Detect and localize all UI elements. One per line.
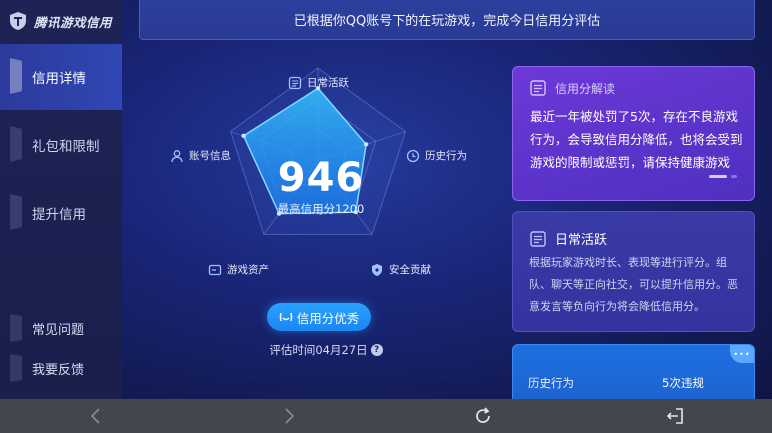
credit-radar: 日常活跃 历史行为 安全贡献 游戏资产 账号信息 946 最高信用分1200 信… <box>122 40 502 360</box>
nav-marker-icon <box>10 194 22 230</box>
system-nav-bar <box>0 399 772 433</box>
more-icon[interactable]: ••• <box>730 345 754 363</box>
radar-point <box>363 142 369 147</box>
clock-icon <box>406 149 420 162</box>
card-body: 根据玩家游戏时长、表现等进行评分。组队、聊天等正向社交，可以提升信用分。恶意发言… <box>529 256 738 313</box>
document-icon <box>530 80 546 96</box>
credit-score: 946 <box>277 155 365 201</box>
sidebar-item-label: 礼包和限制 <box>32 139 100 155</box>
axis-security: 安全贡献 <box>370 262 431 277</box>
sidebar-item-label: 常见问题 <box>32 322 85 338</box>
sidebar-item-label: 信用详情 <box>32 71 86 87</box>
shield-icon <box>372 263 382 276</box>
sidebar-item-gifts-limits[interactable]: 礼包和限制 <box>0 112 122 178</box>
radar-point <box>241 133 246 139</box>
axis-label-text: 安全贡献 <box>389 264 431 276</box>
pager-dot <box>731 175 737 178</box>
card-body: 最近一年被处罚了5次，存在不良游戏行为，会导致信用分降低，也将会受到游戏的限制或… <box>530 109 743 170</box>
sidebar-item-label: 我要反馈 <box>32 362 85 378</box>
pager-dots <box>709 175 737 178</box>
document-icon <box>288 76 302 89</box>
nav-marker-icon <box>10 58 22 94</box>
evaluation-time-text: 评估时间04月27日 <box>269 343 368 357</box>
axis-label-text: 游戏资产 <box>227 264 269 276</box>
back-icon[interactable] <box>86 406 106 426</box>
daily-activity-card: 日常活跃 根据玩家游戏时长、表现等进行评分。组队、聊天等正向社交，可以提升信用分… <box>512 211 755 332</box>
nav-marker-icon <box>10 126 22 162</box>
app-logo: 腾讯游戏信用 <box>8 9 112 33</box>
card-title: 信用分解读 <box>555 81 616 96</box>
credit-rating-label: 信用分优秀 <box>296 310 360 326</box>
max-score-label: 最高信用分1200 <box>277 202 365 216</box>
credit-interpretation-card: 信用分解读 最近一年被处罚了5次，存在不良游戏行为，会导致信用分降低，也将会受到… <box>512 66 755 201</box>
user-icon <box>171 149 183 162</box>
axis-assets: 游戏资产 <box>208 262 269 277</box>
exit-icon[interactable] <box>665 406 685 426</box>
forward-icon[interactable] <box>279 406 299 426</box>
shield-logo-icon <box>10 12 26 30</box>
nav-marker-icon <box>10 354 22 382</box>
evaluation-banner: 已根据你QQ账号下的在玩游戏，完成今日信用分评估 <box>139 0 755 40</box>
app-logo-text: 腾讯游戏信用 <box>34 14 113 30</box>
axis-label-text: 账号信息 <box>189 150 231 162</box>
evaluation-time: 评估时间04月27日 ? <box>256 342 396 358</box>
card-header: 信用分解读 <box>529 79 615 97</box>
history-behavior-card[interactable]: ••• 历史行为 5次违规 <box>512 344 755 399</box>
refresh-icon[interactable] <box>473 406 493 426</box>
sidebar-item-faq[interactable]: 常见问题 <box>0 308 122 348</box>
smile-icon <box>279 312 292 322</box>
card-header: 日常活跃 <box>529 229 607 248</box>
wallet-icon <box>208 264 222 275</box>
sidebar-item-credit-details[interactable]: 信用详情 <box>0 44 122 110</box>
credit-rating-button[interactable]: 信用分优秀 <box>267 303 371 331</box>
help-icon[interactable]: ? <box>370 344 383 356</box>
nav-marker-icon <box>10 314 22 342</box>
sidebar-item-label: 提升信用 <box>32 207 86 223</box>
credit-app: 腾讯游戏信用 信用详情 礼包和限制 提升信用 常见问题 我要反馈 已根据你QQ账… <box>0 0 772 399</box>
sidebar-item-improve-credit[interactable]: 提升信用 <box>0 180 122 246</box>
card-title: 日常活跃 <box>555 233 608 248</box>
axis-label-text: 日常活跃 <box>307 77 349 89</box>
history-value: 5次违规 <box>662 376 704 390</box>
document-icon <box>530 230 546 247</box>
axis-daily-activity: 日常活跃 <box>288 75 349 90</box>
sidebar-item-feedback[interactable]: 我要反馈 <box>0 348 122 388</box>
sidebar: 腾讯游戏信用 信用详情 礼包和限制 提升信用 常见问题 我要反馈 <box>0 0 122 399</box>
pager-dot-active <box>709 175 727 178</box>
axis-account-info: 账号信息 <box>170 148 231 163</box>
axis-history: 历史行为 <box>406 148 467 163</box>
axis-label-text: 历史行为 <box>425 150 467 162</box>
